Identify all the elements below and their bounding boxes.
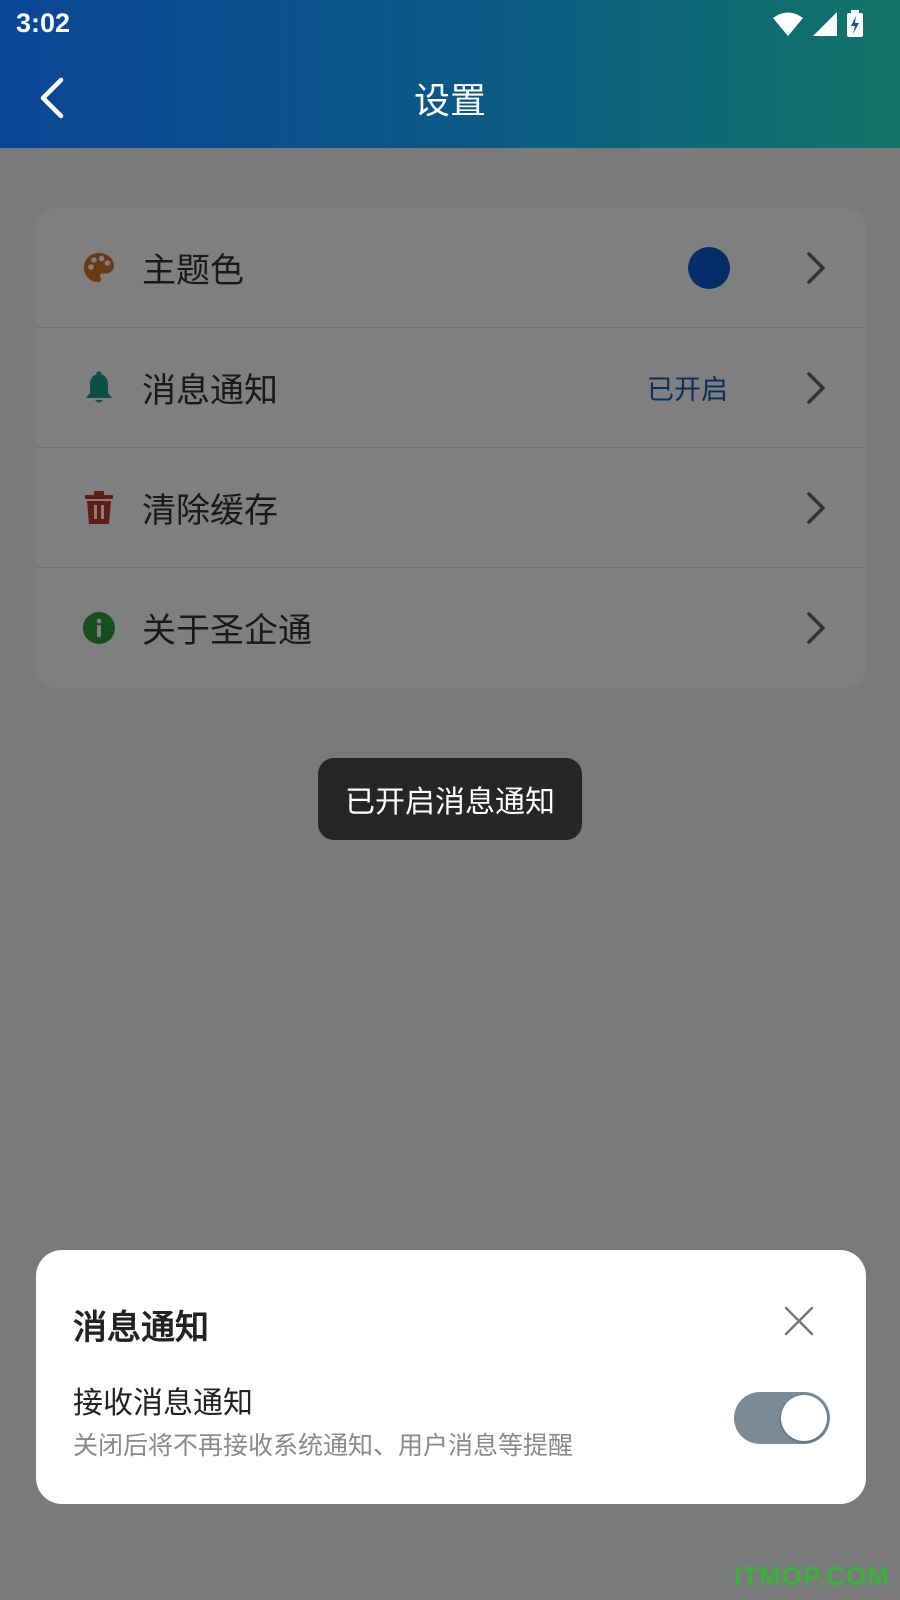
cell-signal-icon: [813, 12, 837, 36]
app-header: 3:02 设置: [0, 0, 900, 148]
receive-notifications-toggle[interactable]: [734, 1392, 830, 1444]
status-time: 3:02: [16, 8, 71, 38]
sheet-title: 消息通知: [73, 1308, 209, 1348]
toggle-knob: [781, 1395, 827, 1441]
settings-screen: 3:02 设置 已开启消息通知 消息通知 接收消息通知 关闭后将不再接收系统通知…: [0, 0, 900, 1600]
receive-notifications-label: 接收消息通知: [73, 1386, 253, 1421]
close-button[interactable]: [782, 1304, 816, 1338]
status-icons: [772, 10, 864, 38]
close-icon: [784, 1306, 814, 1336]
notification-settings-sheet: 消息通知 接收消息通知 关闭后将不再接收系统通知、用户消息等提醒: [36, 1250, 866, 1504]
toast-message: 已开启消息通知: [318, 758, 582, 840]
wifi-icon: [773, 12, 803, 36]
battery-charging-icon: [847, 10, 863, 37]
page-title: 设置: [413, 81, 486, 122]
receive-notifications-description: 关闭后将不再接收系统通知、用户消息等提醒: [73, 1431, 574, 1460]
watermark: ITMOP.COM: [734, 1561, 890, 1591]
